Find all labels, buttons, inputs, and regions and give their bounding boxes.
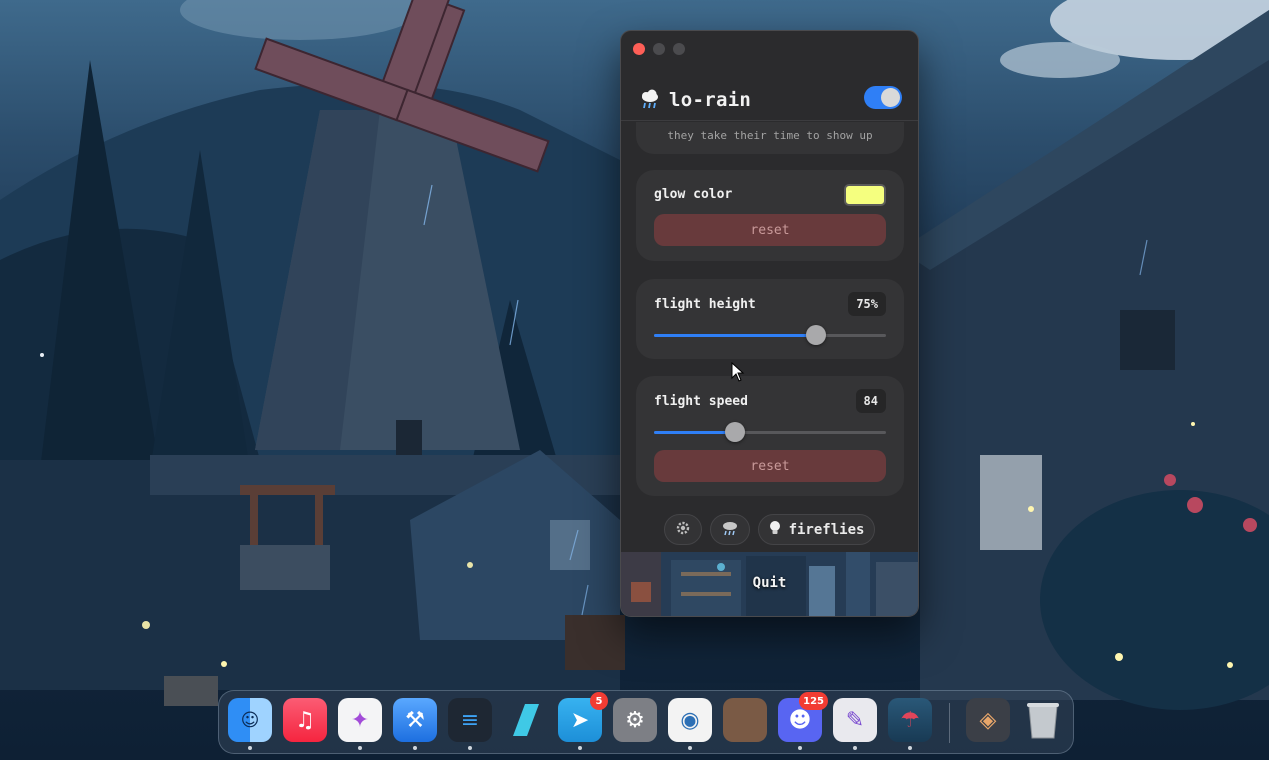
glow-color-card: glow color reset: [636, 170, 904, 261]
zoom-window-button[interactable]: [673, 43, 685, 55]
running-indicator: [578, 746, 582, 750]
close-window-button[interactable]: [633, 43, 645, 55]
fireflies-tab[interactable]: fireflies: [757, 514, 876, 545]
telegram-icon[interactable]: ➤ 5: [558, 692, 608, 750]
glow-color-swatch[interactable]: [844, 184, 886, 206]
app-icon[interactable]: [503, 698, 547, 742]
dock: ☺ ♫ ✦ ⚒ ≡ ➤ 5 ⚙ ◉ ☻ 125 ✎ ☂ ◈: [218, 690, 1074, 754]
dock-separator: [949, 703, 950, 743]
running-indicator: [908, 746, 912, 750]
settings-icon[interactable]: ⚙: [613, 698, 657, 742]
lo-rain-window: lo-rain they take their time to show up …: [620, 30, 919, 617]
flight-height-value: 75%: [848, 292, 886, 316]
running-indicator: [688, 746, 692, 750]
enable-toggle[interactable]: [864, 86, 902, 109]
running-indicator: [798, 746, 802, 750]
flight-speed-label: flight speed: [654, 394, 748, 409]
lightbulb-icon: [769, 520, 781, 540]
paint-icon[interactable]: ✎: [833, 698, 877, 750]
flight-height-card: flight height 75%: [636, 279, 904, 359]
ai-star-icon[interactable]: ✦: [338, 698, 382, 750]
settings-tab[interactable]: [663, 514, 702, 545]
vscode-icon[interactable]: ≡: [448, 698, 492, 750]
trash-icon[interactable]: [1021, 698, 1065, 742]
app-header: lo-rain: [621, 79, 918, 121]
xcode-icon[interactable]: ⚒: [393, 698, 437, 750]
app-icon[interactable]: ◈: [966, 698, 1010, 742]
quit-button[interactable]: Quit: [621, 575, 918, 591]
slider-fill: [654, 334, 817, 337]
mouse-cursor-icon: [731, 362, 745, 382]
slider-thumb[interactable]: [725, 422, 746, 442]
flight-height-label: flight height: [654, 297, 756, 312]
flight-height-slider[interactable]: [654, 323, 886, 347]
app-title: lo-rain: [669, 88, 752, 111]
telegram-badge: 5: [590, 692, 608, 710]
minimize-window-button[interactable]: [653, 43, 665, 55]
partial-card-text: they take their time to show up: [667, 129, 873, 142]
running-indicator: [358, 746, 362, 750]
discord-badge: 125: [799, 692, 828, 710]
gear-icon: [675, 520, 691, 540]
finder-icon[interactable]: ☺: [228, 698, 272, 750]
footer: Quit: [621, 552, 918, 616]
discord-icon[interactable]: ☻ 125: [778, 692, 828, 750]
partial-card: they take their time to show up: [636, 122, 904, 154]
running-indicator: [853, 746, 857, 750]
rain-cloud-icon: [637, 87, 663, 113]
rain-tab[interactable]: [709, 514, 750, 545]
flight-speed-value: 84: [855, 389, 886, 413]
slider-fill: [654, 431, 736, 434]
music-icon[interactable]: ♫: [283, 698, 327, 742]
running-indicator: [248, 746, 252, 750]
camera-icon[interactable]: ◉: [668, 698, 712, 750]
app-icon[interactable]: [723, 698, 767, 742]
running-indicator: [468, 746, 472, 750]
running-indicator: [413, 746, 417, 750]
glow-color-label: glow color: [654, 187, 733, 202]
fireflies-tab-label: fireflies: [788, 521, 865, 538]
mode-nav: fireflies: [621, 514, 918, 545]
glow-color-reset-button[interactable]: reset: [654, 214, 886, 246]
flight-speed-slider[interactable]: [654, 420, 886, 444]
umbrella-icon[interactable]: ☂: [888, 698, 932, 750]
settings-scroll-area[interactable]: they take their time to show up glow col…: [621, 122, 918, 552]
toggle-knob: [881, 88, 900, 107]
flight-speed-reset-button[interactable]: reset: [654, 450, 886, 482]
rain-cloud-icon: [721, 520, 739, 540]
flight-speed-card: flight speed 84 reset: [636, 376, 904, 496]
title-bar: [621, 31, 918, 67]
slider-thumb[interactable]: [806, 325, 827, 345]
